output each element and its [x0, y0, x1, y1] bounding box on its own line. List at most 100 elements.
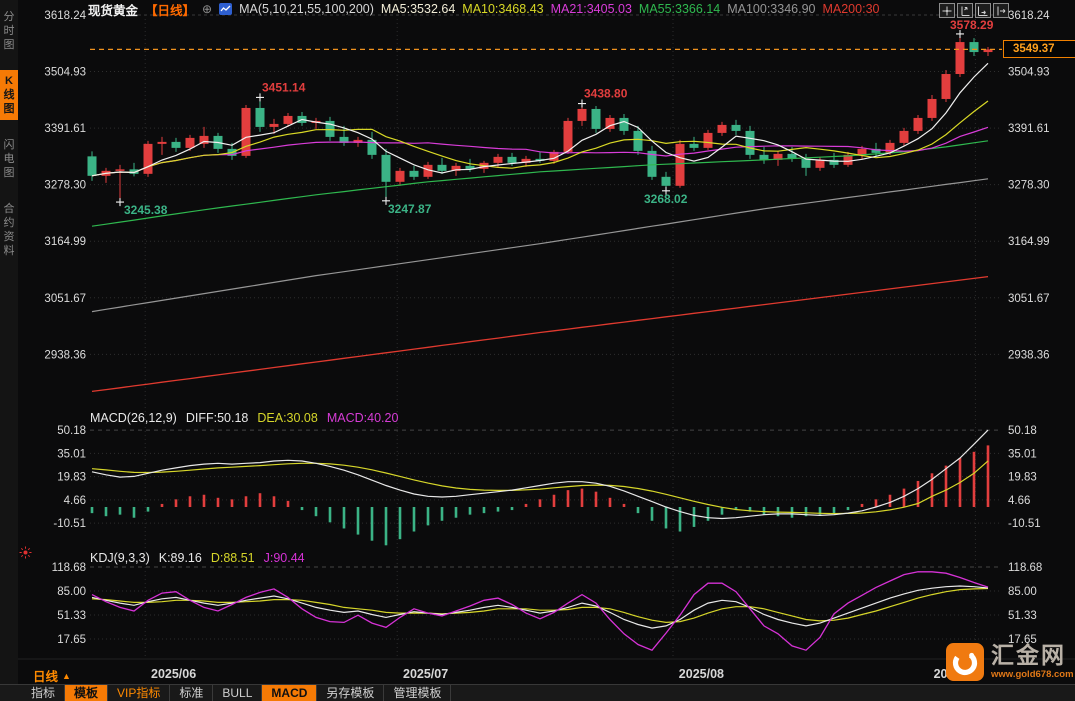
candle-body — [718, 125, 727, 133]
macd-axis-label-left: -10.51 — [53, 518, 86, 530]
macd-axis-label-left: 4.66 — [64, 495, 86, 507]
candle-body — [256, 108, 265, 127]
candle-body — [494, 157, 503, 163]
sidebar-tab-timeline[interactable]: 分时图 — [0, 6, 18, 56]
tab-standard[interactable]: 标准 — [170, 685, 213, 701]
price-axis-label-left: 2938.36 — [44, 349, 86, 361]
macd-hist-bar — [567, 490, 570, 507]
macd-hist-bar — [231, 499, 234, 507]
macd-hist-bar — [987, 445, 990, 507]
macd-hist-bar — [217, 498, 220, 507]
candlestick-series — [88, 35, 993, 201]
candle-body — [144, 144, 153, 174]
kdj-d-value: D:88.51 — [211, 551, 255, 565]
candle-body — [858, 149, 867, 155]
price-axis-label-right: 3164.99 — [1008, 236, 1050, 248]
macd-hist-bar — [539, 499, 542, 507]
macd-hist-bar — [259, 493, 262, 507]
x-axis-month-label: 2025/06 — [151, 667, 196, 681]
ma21-line — [92, 127, 988, 176]
price-axis-label-left: 3051.67 — [44, 293, 86, 305]
macd-hist-bar — [875, 499, 878, 507]
macd-axis-label-left: 50.18 — [57, 425, 86, 437]
kdj-axis-label-right: 118.68 — [1008, 562, 1042, 574]
kdj-axis-label-left: 51.33 — [57, 610, 86, 622]
macd-axis-label-right: 50.18 — [1008, 425, 1037, 437]
macd-hist-bar — [343, 507, 346, 528]
candle-body — [662, 177, 671, 186]
tab-template[interactable]: 模板 — [65, 685, 108, 701]
candle-body — [634, 131, 643, 151]
macd-hist-bar — [301, 507, 304, 510]
macd-header-row: MACD(26,12,9) DIFF:50.18 DEA:30.08 MACD:… — [90, 411, 398, 425]
indicator-chart-icon[interactable] — [219, 3, 232, 15]
macd-hist-bar — [581, 489, 584, 507]
ma-lines — [92, 63, 988, 391]
macd-hist-bar — [763, 507, 766, 515]
macd-hist-bar — [455, 507, 458, 518]
macd-hist-bar — [287, 501, 290, 507]
candle-body — [928, 99, 937, 118]
kdj-title[interactable]: KDJ(9,3,3) — [90, 551, 150, 565]
chart-header: 现货黄金 【日线】 ⊕ MA(5,10,21,55,100,200) MA5:3… — [88, 1, 879, 17]
indicator-tab-bar: 指标 模板 VIP指标 标准 BULL MACD 另存模板 管理模板 — [0, 684, 1075, 701]
macd-hist-bar — [693, 507, 696, 527]
price-axis-label-left: 3618.24 — [44, 10, 86, 22]
ma55-value: MA55:3366.14 — [639, 2, 720, 16]
candle-body — [186, 138, 195, 148]
candle-body — [396, 171, 405, 182]
tab-vip-indicators[interactable]: VIP指标 — [108, 685, 170, 701]
chart-canvas[interactable]: 3618.243618.243504.933504.933391.613391.… — [0, 0, 1075, 701]
sidebar-tab-lightning[interactable]: 闪电图 — [0, 134, 18, 184]
macd-hist-bar — [483, 507, 486, 513]
alert-blink-icon[interactable] — [19, 546, 32, 564]
macd-hist-bar — [847, 507, 850, 510]
candle-body — [676, 144, 685, 186]
ma200-value: MA200:30 — [822, 2, 879, 16]
macd-hist-bar — [665, 507, 668, 528]
candle-body — [382, 155, 391, 182]
scale-y-axis-icon[interactable] — [957, 3, 973, 18]
macd-axis-label-right: 4.66 — [1008, 495, 1030, 507]
high-price-annotation: 3451.14 — [262, 80, 306, 94]
period-selector-label: 日线 — [33, 666, 58, 685]
macd-hist-bar — [329, 507, 332, 522]
macd-hist-bar — [903, 489, 906, 507]
macd-title[interactable]: MACD(26,12,9) — [90, 411, 177, 425]
tab-bull[interactable]: BULL — [213, 685, 262, 701]
tab-manage-template[interactable]: 管理模板 — [384, 685, 451, 701]
sidebar-tab-kline[interactable]: K线图 — [0, 70, 18, 120]
tab-macd[interactable]: MACD — [262, 685, 317, 701]
candle-body — [270, 124, 279, 127]
scale-x-axis-icon[interactable] — [975, 3, 991, 18]
logo-url: www.gold678.com — [991, 670, 1074, 680]
macd-hist-bar — [469, 507, 472, 515]
candle-body — [704, 133, 713, 148]
period-selector[interactable]: 日线 ▲ — [33, 666, 71, 685]
macd-macd-value: MACD:40.20 — [327, 411, 399, 425]
tab-save-template[interactable]: 另存模板 — [317, 685, 384, 701]
x-axis-month-label: 2025/07 — [403, 667, 448, 681]
macd-hist-bar — [245, 496, 248, 507]
macd-hist-bar — [441, 507, 444, 521]
tab-indicators[interactable]: 指标 — [22, 685, 65, 701]
candle-body — [242, 108, 251, 156]
price-axis-label-left: 3391.61 — [44, 123, 86, 135]
candle-body — [690, 144, 699, 148]
pan-crosshair-icon[interactable] — [939, 3, 955, 18]
candle-body — [760, 155, 769, 160]
macd-axis-label-right: 19.83 — [1008, 472, 1037, 484]
compare-add-icon[interactable]: ⊕ — [202, 2, 212, 16]
price-axis-label-left: 3164.99 — [44, 236, 86, 248]
candle-body — [564, 121, 573, 152]
macd-axis-label-left: 19.83 — [57, 472, 86, 484]
macd-hist-bar — [973, 452, 976, 507]
restore-view-icon[interactable] — [993, 3, 1009, 18]
kdj-header-row: KDJ(9,3,3) K:89.16 D:88.51 J:90.44 — [90, 551, 305, 565]
ma10-line — [92, 101, 988, 176]
macd-hist-bar — [357, 507, 360, 535]
sidebar-tab-contract-info[interactable]: 合约资料 — [0, 198, 18, 262]
macd-hist-bar — [861, 504, 864, 507]
candle-body — [942, 74, 951, 99]
macd-hist-bar — [707, 507, 710, 521]
